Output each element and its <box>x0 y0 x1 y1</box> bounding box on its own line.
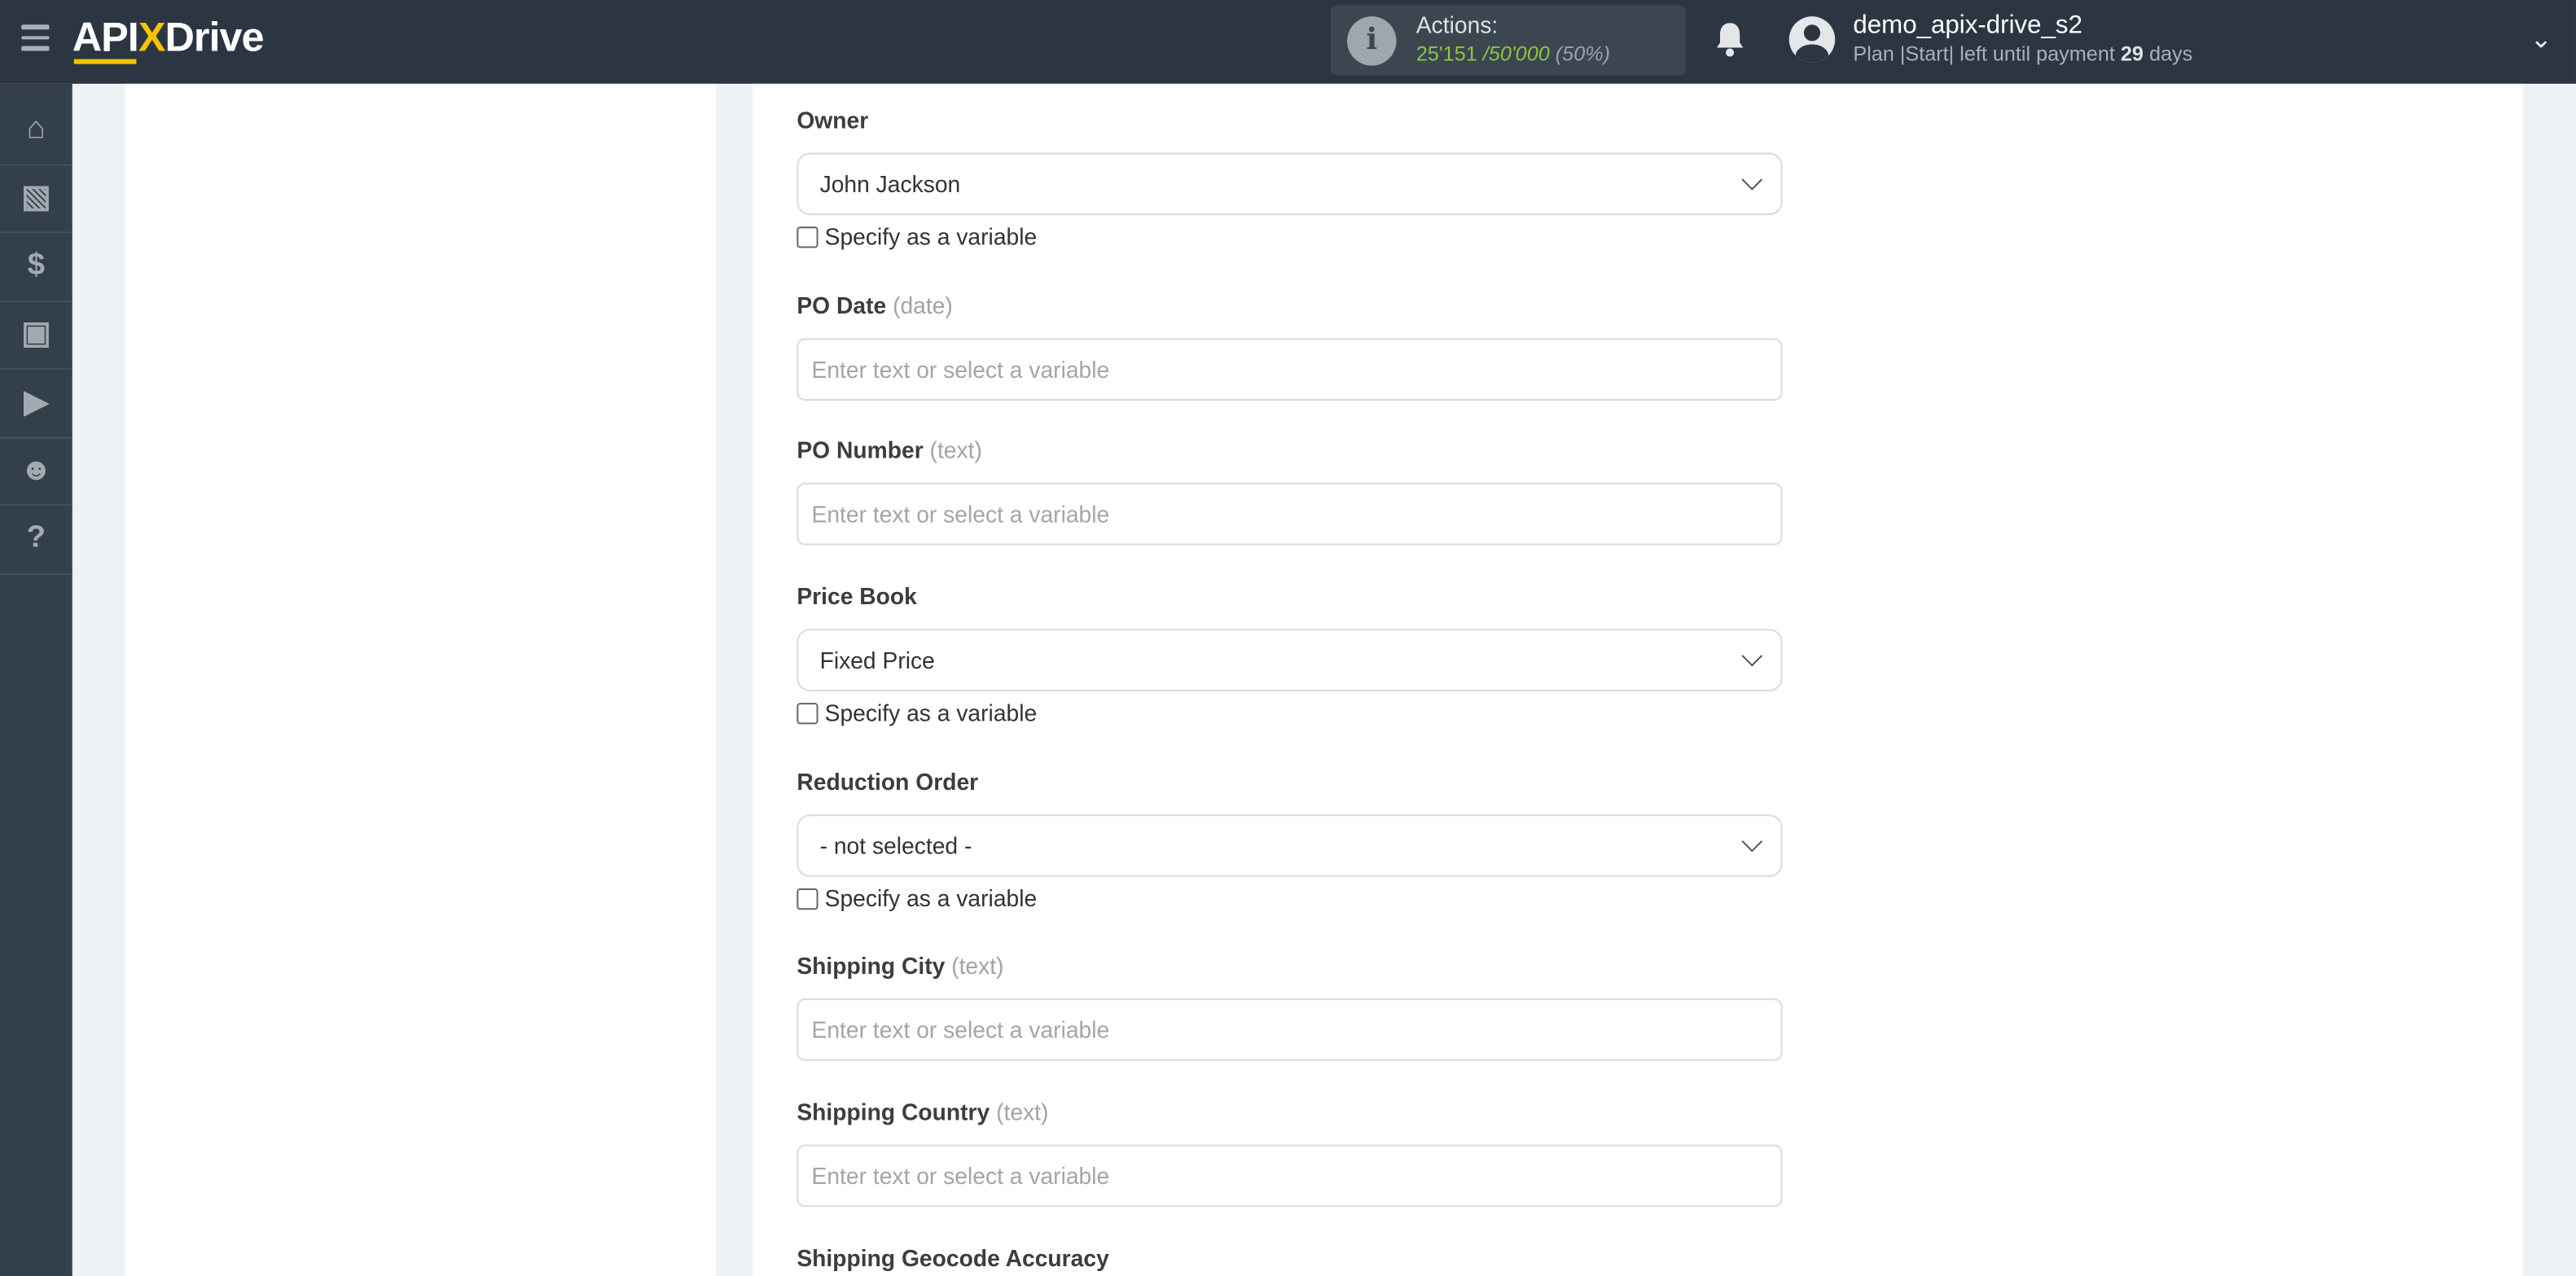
label-text: Shipping Geocode Accuracy <box>796 1244 1109 1271</box>
bell-icon[interactable] <box>1714 20 1746 59</box>
label-text: Owner <box>796 107 869 134</box>
checkbox-label: Specify as a variable <box>824 699 1038 726</box>
checkbox-label: Specify as a variable <box>824 223 1038 250</box>
user-icon[interactable]: ☻ <box>0 437 72 506</box>
label-type: (text) <box>951 952 1004 979</box>
form-panel: Owner John Jackson Specify as a variable… <box>752 83 2524 1276</box>
field-reduction-order: Reduction Order - not selected - Specify… <box>796 769 1783 911</box>
shipping-country-input[interactable]: Enter text or select a variable <box>796 1144 1783 1208</box>
field-label: Owner <box>796 107 1782 136</box>
avatar[interactable] <box>1788 16 1836 63</box>
label-text: PO Date <box>796 292 887 319</box>
chevron-down-icon <box>1741 169 1763 191</box>
field-label: Shipping Geocode Accuracy <box>796 1245 1782 1274</box>
briefcase-icon[interactable]: ▣ <box>0 301 72 370</box>
chevron-down-icon <box>1741 645 1763 667</box>
field-po-number: PO Number (text) Enter text or select a … <box>796 436 1783 546</box>
label-text: Shipping City <box>796 952 946 979</box>
select-value: John Jackson <box>819 170 961 198</box>
sidebar: ⌂ ▧ $ ▣ ▶ ☻ ? <box>0 83 72 1276</box>
po-number-input[interactable]: Enter text or select a variable <box>796 482 1783 546</box>
actions-used: 25'151 <box>1415 42 1477 66</box>
logo-text: Drive <box>165 15 264 61</box>
field-shipping-country: Shipping Country (text) Enter text or se… <box>796 1098 1783 1208</box>
label-type: (text) <box>996 1098 1049 1125</box>
chevron-down-icon <box>1741 831 1763 853</box>
select-value: - not selected - <box>819 832 972 859</box>
logo-text: API <box>72 15 139 61</box>
plan-text: Plan |Start| left until payment <box>1853 42 2115 66</box>
info-icon: i <box>1347 16 1397 66</box>
field-owner: Owner John Jackson Specify as a variable <box>796 107 1783 250</box>
label-type: (text) <box>929 436 982 463</box>
home-icon[interactable]: ⌂ <box>0 97 72 165</box>
po-date-input[interactable]: Enter text or select a variable <box>796 338 1783 401</box>
field-label: PO Date (date) <box>796 292 1782 322</box>
checkbox-label: Specify as a variable <box>824 885 1038 912</box>
field-po-date: PO Date (date) Enter text or select a va… <box>796 292 1783 401</box>
field-label: Shipping Country (text) <box>796 1098 1782 1128</box>
field-price-book: Price Book Fixed Price Specify as a vari… <box>796 583 1783 726</box>
label-text: PO Number <box>796 436 924 463</box>
left-panel <box>125 83 717 1276</box>
menu-icon[interactable] <box>21 24 50 56</box>
actions-total: /50'000 <box>1482 42 1550 66</box>
logo-underline <box>73 59 137 64</box>
specify-variable-checkbox[interactable]: Specify as a variable <box>796 885 1782 911</box>
actions-label: Actions: <box>1415 11 1499 38</box>
specify-variable-checkbox[interactable]: Specify as a variable <box>796 699 1782 726</box>
field-shipping-city: Shipping City (text) Enter text or selec… <box>796 953 1783 1061</box>
field-shipping-geocode-accuracy: Shipping Geocode Accuracy <box>796 1245 1782 1274</box>
label-text: Price Book <box>796 582 917 610</box>
owner-select[interactable]: John Jackson <box>796 152 1783 216</box>
reduction-order-select[interactable]: - not selected - <box>796 814 1783 877</box>
plan-info: Plan |Start| left until payment 29 days <box>1853 42 2192 65</box>
plan-days: 29 <box>2120 42 2144 66</box>
price-book-select[interactable]: Fixed Price <box>796 629 1783 692</box>
field-label: Price Book <box>796 583 1782 612</box>
chevron-down-icon[interactable]: ⌄ <box>2530 23 2552 55</box>
help-icon[interactable]: ? <box>0 506 72 574</box>
actions-percent: (50%) <box>1555 42 1611 66</box>
label-text: Reduction Order <box>796 768 979 796</box>
actions-widget[interactable]: i Actions: 25'151 /50'000 (50%) <box>1330 5 1686 76</box>
top-header: APIXDrive i Actions: 25'151 /50'000 (50%… <box>0 0 2576 84</box>
youtube-icon[interactable]: ▶ <box>0 370 72 438</box>
plan-suffix: days <box>2148 42 2193 66</box>
label-text: Shipping Country <box>796 1098 990 1125</box>
shipping-city-input[interactable]: Enter text or select a variable <box>796 998 1783 1061</box>
dollar-icon[interactable]: $ <box>0 233 72 302</box>
select-value: Fixed Price <box>819 647 935 673</box>
sitemap-icon[interactable]: ▧ <box>0 165 72 234</box>
specify-variable-checkbox[interactable]: Specify as a variable <box>796 223 1782 250</box>
field-label: PO Number (text) <box>796 436 1782 466</box>
logo[interactable]: APIXDrive <box>72 15 265 62</box>
actions-count: 25'151 /50'000 (50%) <box>1416 42 1610 65</box>
logo-x: X <box>138 15 166 61</box>
username[interactable]: demo_apix-drive_s2 <box>1853 11 2082 41</box>
field-label: Reduction Order <box>796 769 1782 798</box>
label-type: (date) <box>893 292 953 319</box>
field-label: Shipping City (text) <box>796 953 1782 982</box>
